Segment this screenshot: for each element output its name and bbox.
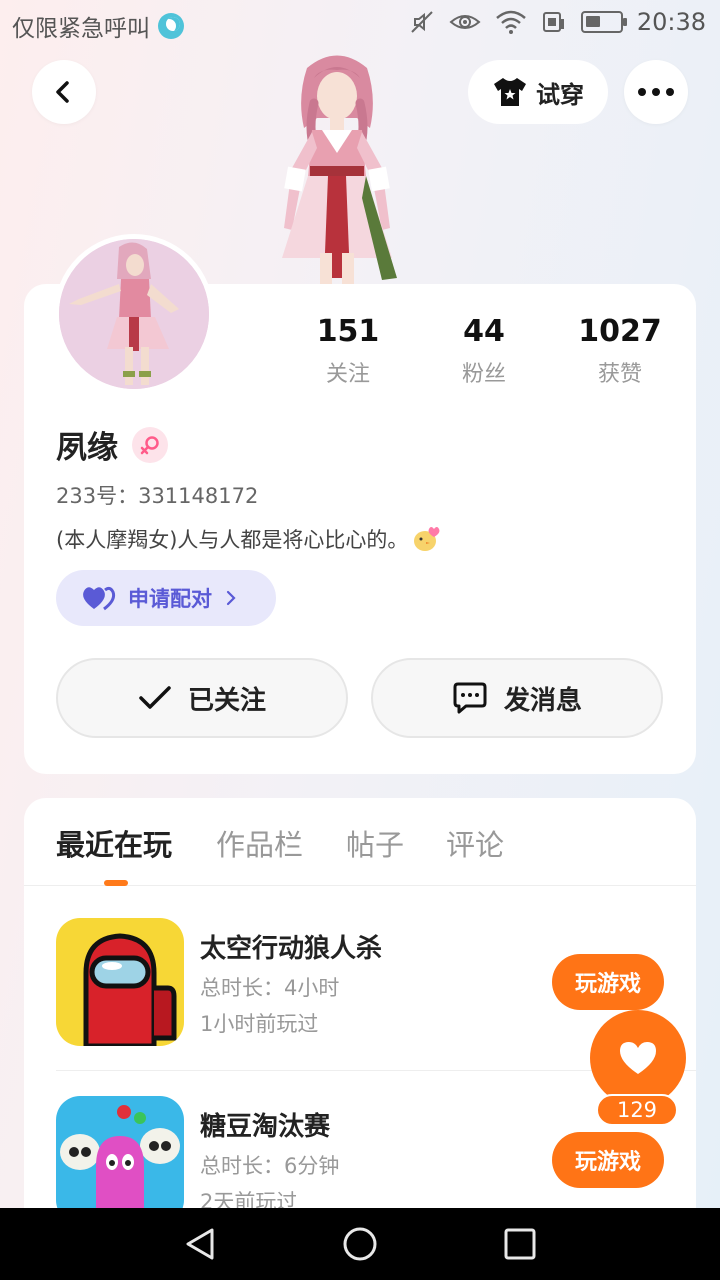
game-item[interactable]: 太空行动狼人杀 总时长：4小时 1小时前玩过 玩游戏 [56,918,664,1048]
tab-indicator [104,880,128,886]
content-card: 最近在玩 作品栏 帖子 评论 太空行动狼人杀 总时长：4小时 1小时前玩过 玩游… [24,798,696,1218]
clock: 20:38 [636,8,706,36]
game-last-played: 1小时前玩过 [200,1012,319,1036]
try-on-label: 试穿 [536,80,584,109]
try-on-button[interactable]: 试穿 [468,60,608,124]
tshirt-icon [494,78,526,106]
send-message-button[interactable]: 发消息 [371,658,663,738]
avatar-image [59,239,209,389]
stat-following[interactable]: 151 关注 [288,314,408,388]
battery-icon [580,11,627,33]
like-count-badge: 129 [596,1094,678,1126]
tab-comments[interactable]: 评论 [446,822,504,864]
play-game-button[interactable]: 玩游戏 [552,1132,664,1188]
system-nav-bar [0,1208,720,1280]
more-dots-icon [638,88,674,96]
profile-name: 夙缘 [56,430,118,466]
chevron-left-icon [56,81,69,103]
emoji-chick-icon [414,527,440,551]
tab-bar: 最近在玩 作品栏 帖子 评论 [24,798,696,886]
stat-likes[interactable]: 1027 获赞 [560,314,680,388]
request-pair-label: 申请配对 [128,587,212,611]
stat-following-label: 关注 [325,362,370,387]
game-duration: 总时长：6分钟 [200,1154,340,1178]
back-button[interactable] [32,60,96,124]
game-duration: 总时长：4小时 [200,976,340,1000]
mute-icon [411,11,433,33]
stat-fans-value: 44 [463,314,505,349]
nav-home-icon[interactable] [342,1226,378,1262]
nav-recents-icon[interactable] [502,1226,538,1262]
check-icon [139,686,171,709]
sim-icon [542,12,564,32]
game-item[interactable]: 糖豆淘汰赛 总时长：6分钟 2天前玩过 玩游戏 [56,1096,664,1218]
game-icon-among-us [56,918,184,1046]
stat-fans-label: 粉丝 [461,362,506,387]
status-left: 仅限紧急呼叫 [12,9,184,43]
stat-likes-value: 1027 [578,314,662,349]
heart-icon [620,1042,656,1074]
tab-posts[interactable]: 帖子 [346,822,404,864]
stat-fans[interactable]: 44 粉丝 [424,314,544,388]
stats-row: 151 关注 44 粉丝 1027 获赞 [290,314,690,394]
profile-name-row: 夙缘 [56,422,168,467]
stat-following-value: 151 [316,314,380,349]
carrier-text: 仅限紧急呼叫 [12,16,150,42]
tab-recent-playing[interactable]: 最近在玩 [56,822,172,864]
avatar-figure-image [282,55,397,288]
tab-works[interactable]: 作品栏 [216,822,303,864]
avatar[interactable] [54,234,214,394]
status-right: 20:38 [409,8,706,36]
like-button[interactable] [590,1010,686,1106]
more-button[interactable] [624,60,688,124]
nav-back-icon[interactable] [182,1226,218,1262]
eye-icon [449,15,481,29]
heart-pair-icon [83,586,116,611]
game-title: 太空行动狼人杀 [200,934,383,964]
wifi-icon [496,10,526,34]
send-message-label: 发消息 [503,685,582,716]
bio-text: (本人摩羯女)人与人都是将心比心的。 [56,528,409,552]
user-id: 233号：331148172 [56,484,259,508]
chevron-right-icon [226,590,236,606]
moon-icon [158,13,184,39]
bio-row: (本人摩羯女)人与人都是将心比心的。 [56,524,442,554]
chat-bubble-icon [453,682,487,714]
game-title: 糖豆淘汰赛 [200,1112,331,1142]
request-pair-button[interactable]: 申请配对 [56,570,276,626]
status-bar: 仅限紧急呼叫 20:38 [0,0,720,50]
stat-likes-label: 获赞 [597,362,642,387]
play-game-button[interactable]: 玩游戏 [552,954,664,1010]
game-icon-fall-guys [56,1096,184,1218]
female-gender-icon [132,426,168,463]
followed-label: 已关注 [187,685,266,716]
followed-button[interactable]: 已关注 [56,658,348,738]
